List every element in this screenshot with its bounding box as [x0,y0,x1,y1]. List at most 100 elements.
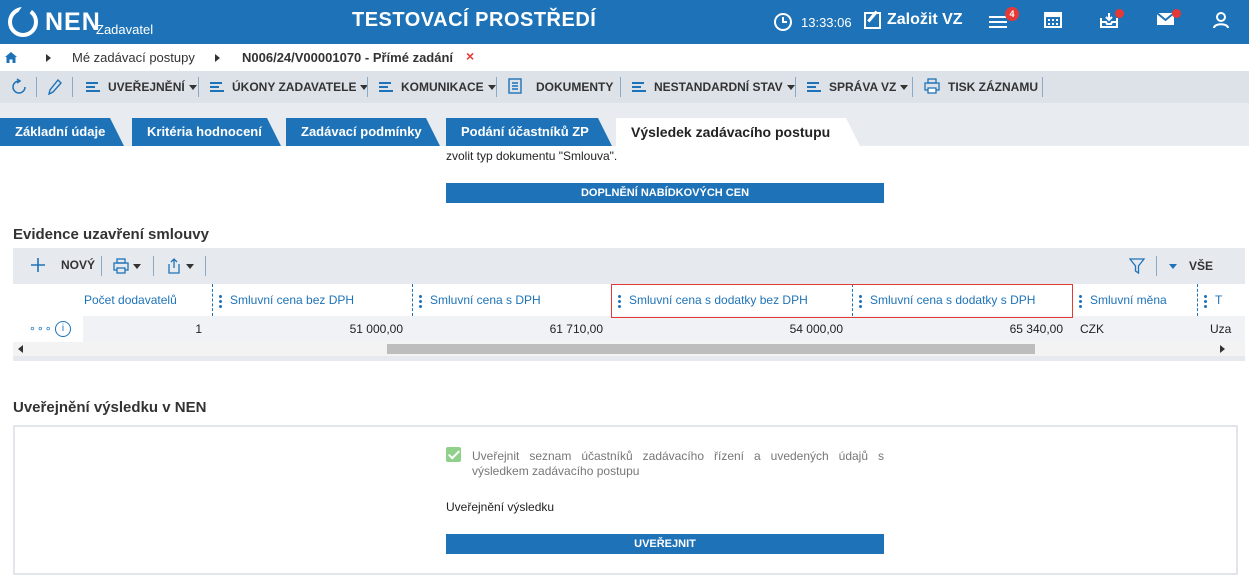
list-icon [807,81,821,93]
edit-icon [864,11,881,29]
menu-documents[interactable]: DOKUMENTY [508,71,613,103]
list-icon [86,81,100,93]
document-icon [508,77,522,97]
chevron-down-icon [487,84,496,90]
column-label: Smluvní cena s DPH [430,293,541,307]
column-label: Smluvní měna [1090,293,1167,307]
publish-section-title: Uveřejnění výsledku v NEN [13,399,207,416]
column-header-type[interactable]: T [1197,284,1245,316]
chevron-down-icon [786,84,795,90]
menu-publish[interactable]: UVEŘEJNĚNÍ [86,71,197,103]
menu-management[interactable]: SPRÁVA VZ [807,71,909,103]
column-header-price-incl-vat[interactable]: Smluvní cena s DPH [412,284,612,316]
menu-nonstandard-label: NESTANDARDNÍ STAV [654,80,783,94]
export-button[interactable] [166,258,194,274]
column-header-currency[interactable]: Smluvní měna [1072,284,1197,316]
publish-checkbox-label: Uveřejnit seznam účastníků zadávacího ří… [472,449,884,478]
logo-subtitle: Zadavatel [96,22,154,37]
breadcrumb-my-procedures[interactable]: Mé zadávací postupy [72,50,195,65]
cell-supplier-count: 1 [195,322,202,336]
column-header-supplier-count[interactable]: Počet dodavatelů [84,284,212,316]
printer-icon [924,77,940,97]
table-row[interactable]: ∘∘∘ i 1 51 000,00 61 710,00 54 000,00 65… [13,316,1245,342]
logo[interactable]: NEN [8,5,101,39]
clock-icon [774,13,792,31]
scroll-left-icon[interactable] [18,345,23,353]
tab-tender-conditions[interactable]: Zadávací podmínky [286,118,440,146]
session-time: 13:33:06 [801,15,852,30]
mail-alert-dot [1172,9,1181,18]
tab-label: Výsledek zadávacího postupu [631,124,831,140]
contract-section-title: Evidence uzavření smlouvy [13,226,209,243]
column-menu-icon[interactable] [219,294,222,308]
chevron-down-icon [133,263,141,269]
scroll-right-icon[interactable] [1220,345,1225,353]
breadcrumb-arrow-icon [215,54,220,62]
menu-print[interactable]: TISK ZÁZNAMU [924,71,1038,103]
mail-icon[interactable] [1156,9,1181,33]
publish-checkbox[interactable] [446,447,461,462]
user-icon[interactable] [1212,11,1234,33]
column-header-price-excl-vat[interactable]: Smluvní cena bez DPH [212,284,412,316]
environment-title: TESTOVACÍ PROSTŘEDÍ [352,9,597,31]
cell-price-incl-vat: 61 710,00 [549,322,603,336]
column-label: Počet dodavatelů [84,293,177,307]
menu-publish-label: UVEŘEJNĚNÍ [108,80,185,94]
tab-procedure-result[interactable]: Výsledek zadávacího postupu [616,118,860,146]
cell-price-amend-excl-vat: 54 000,00 [789,322,843,336]
cell-currency: CZK [1080,322,1104,336]
printer-icon [113,258,129,274]
refresh-icon[interactable] [10,71,28,103]
calculator-icon[interactable] [1044,11,1066,33]
new-record-button[interactable]: NOVÝ [29,256,95,274]
menu-nonstandard[interactable]: NESTANDARDNÍ STAV [632,71,795,103]
more-actions-icon[interactable]: ∘∘∘ [29,316,53,342]
column-menu-icon[interactable] [419,294,422,308]
inbox-alert-dot [1115,9,1124,18]
inbox-icon[interactable] [1099,9,1124,33]
tab-evaluation-criteria[interactable]: Kritéria hodnocení [132,118,281,146]
tab-label: Podání účastníků ZP [461,124,589,139]
highlight-frame [611,284,1073,318]
top-bar: NEN Zadavatel TESTOVACÍ PROSTŘEDÍ 13:33:… [0,0,1249,44]
cell-type: Uza [1210,322,1232,336]
pencil-icon[interactable] [48,71,62,103]
column-label: T [1215,293,1223,307]
column-menu-icon[interactable] [1079,294,1082,308]
menu-management-label: SPRÁVA VZ [829,80,897,94]
cell-price-excl-vat: 51 000,00 [349,322,403,336]
tab-label: Zadávací podmínky [301,124,422,139]
chevron-down-icon [1169,263,1177,269]
create-vz-button[interactable]: Založit VZ [864,11,963,29]
home-icon[interactable] [5,52,17,63]
tab-basic-info[interactable]: Základní údaje [0,118,124,146]
supplement-prices-button[interactable]: DOPLNĚNÍ NABÍDKOVÝCH CEN [446,183,884,203]
export-icon [168,258,180,274]
chevron-down-icon [188,84,197,90]
horizontal-scrollbar[interactable] [13,342,1245,356]
tab-participant-submissions[interactable]: Podání účastníků ZP [446,118,612,146]
menu-actions[interactable]: ÚKONY ZADAVATELE [210,71,369,103]
list-icon [632,81,646,93]
print-grid-button[interactable] [113,258,141,274]
scroll-thumb[interactable] [387,344,1035,354]
filter-icon[interactable] [1128,258,1146,277]
list-icon [210,81,224,93]
logo-text: NEN [45,7,101,36]
breadcrumb-arrow-icon [46,54,51,62]
info-icon[interactable]: i [55,321,71,337]
filter-all-label: VŠE [1189,259,1214,273]
menu-communication[interactable]: KOMUNIKACE [379,71,496,103]
menu-documents-label: DOKUMENTY [536,80,614,94]
column-menu-icon[interactable] [1204,294,1207,308]
create-vz-label: Založit VZ [887,11,963,28]
chevron-down-icon [186,263,194,269]
publish-button[interactable]: UVEŘEJNIT [446,534,884,554]
breadcrumb: Mé zadávací postupy N006/24/V00001070 - … [0,44,1249,71]
filter-all-dropdown[interactable]: VŠE [1169,259,1213,273]
menu-actions-label: ÚKONY ZADAVATELE [232,80,357,94]
column-label: Smluvní cena bez DPH [230,293,355,307]
document-type-note: zvolit typ dokumentu "Smlouva". [446,149,618,163]
tab-label: Základní údaje [15,124,106,139]
close-icon[interactable]: × [466,48,474,64]
